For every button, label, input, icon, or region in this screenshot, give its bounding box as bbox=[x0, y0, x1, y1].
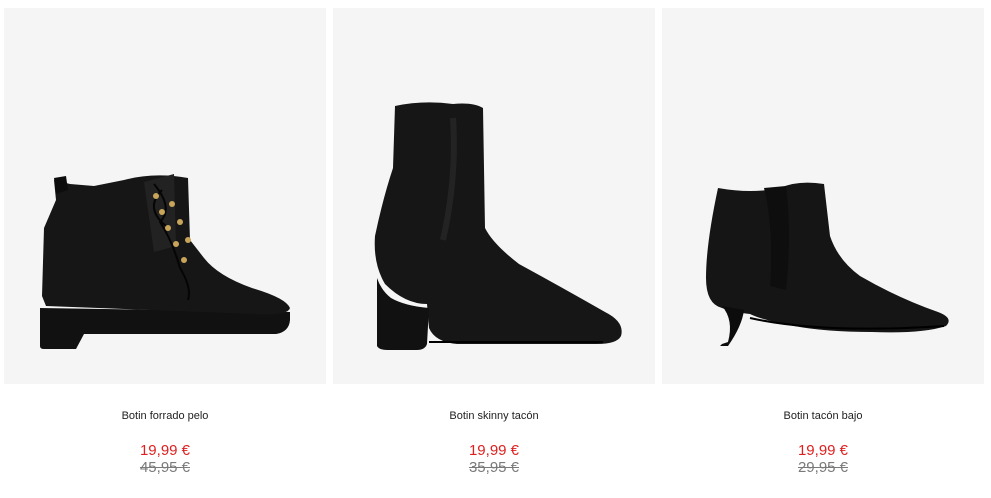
product-card[interactable]: Botin tacón bajo 19,99 € 29,95 € bbox=[662, 8, 984, 498]
product-image-kitten-heel-boot[interactable] bbox=[662, 8, 984, 384]
sale-price: 19,99 € bbox=[468, 442, 520, 459]
sale-price: 19,99 € bbox=[139, 442, 191, 459]
product-name[interactable]: Botin skinny tacón bbox=[333, 410, 655, 422]
product-image-lace-up-boot[interactable] bbox=[4, 8, 326, 384]
product-name[interactable]: Botin tacón bajo bbox=[662, 410, 984, 422]
product-card[interactable]: Botin forrado pelo 19,99 € 45,95 € bbox=[4, 8, 326, 498]
lace-up-boot-illustration bbox=[40, 174, 290, 349]
product-name[interactable]: Botin forrado pelo bbox=[4, 410, 326, 422]
product-card[interactable]: Botin skinny tacón 19,99 € 35,95 € bbox=[333, 8, 655, 498]
product-image-sock-boot[interactable] bbox=[333, 8, 655, 384]
kitten-heel-boot-illustration bbox=[706, 182, 949, 346]
original-price: 35,95 € bbox=[468, 459, 520, 476]
sale-price: 19,99 € bbox=[797, 442, 849, 459]
product-grid: Botin forrado pelo 19,99 € 45,95 € Botin… bbox=[0, 0, 991, 498]
original-price: 29,95 € bbox=[797, 459, 849, 476]
original-price: 45,95 € bbox=[139, 459, 191, 476]
sock-boot-illustration bbox=[374, 102, 622, 350]
